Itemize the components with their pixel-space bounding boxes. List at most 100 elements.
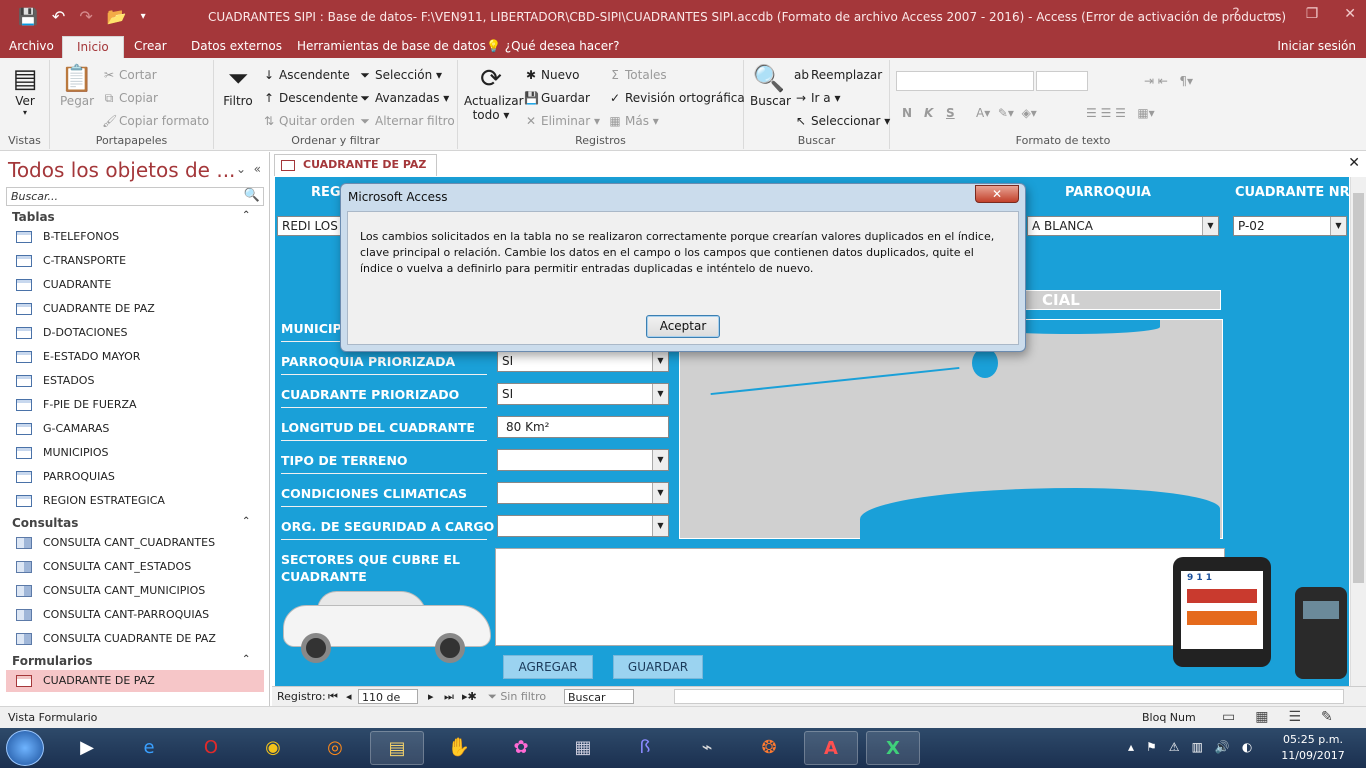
nav-section-tablas[interactable]: Tablas ⌃ xyxy=(12,210,250,224)
calculator-icon[interactable]: ▦ xyxy=(556,731,610,765)
new-record-nav-icon[interactable]: ▸✱ xyxy=(462,690,477,703)
scrollbar-thumb[interactable] xyxy=(1353,193,1364,583)
italic-button[interactable]: K xyxy=(924,106,933,120)
find-button[interactable]: 🔍 Buscar xyxy=(750,64,791,108)
tab-crear[interactable]: Crear xyxy=(134,39,167,53)
nav-item[interactable]: B-TELEFONOS xyxy=(6,226,264,248)
goto-button[interactable]: → Ir a ▾ xyxy=(794,91,841,105)
close-button[interactable]: ✕ xyxy=(1344,6,1356,22)
clear-sort-button[interactable]: ⇅ Quitar orden xyxy=(262,114,355,128)
save-icon[interactable]: 💾 xyxy=(18,7,38,26)
sort-descending-button[interactable]: ↑ Descendente xyxy=(262,91,358,105)
help-button[interactable]: ? xyxy=(1232,6,1239,22)
chevron-down-icon[interactable]: ▼ xyxy=(652,450,668,470)
totals-button[interactable]: Σ Totales xyxy=(608,68,666,82)
chevron-down-icon[interactable]: ▼ xyxy=(652,384,668,404)
app-swirl-icon[interactable]: ❂ xyxy=(742,731,796,765)
nav-pane-header[interactable]: Todos los objetos de ... xyxy=(8,158,235,182)
save-record-button[interactable]: 💾 Guardar xyxy=(524,91,590,105)
nav-item[interactable]: G-CAMARAS xyxy=(6,418,264,440)
tell-me-box[interactable]: 💡 ¿Qué desea hacer? xyxy=(486,39,619,53)
tab-herramientas[interactable]: Herramientas de base de datos xyxy=(297,39,486,53)
field-input[interactable]: ▼ xyxy=(497,482,669,504)
volume-icon[interactable]: 🔊 xyxy=(1215,740,1230,754)
nav-item[interactable]: C-TRANSPORTE xyxy=(6,250,264,272)
field-input[interactable]: ▼ xyxy=(497,449,669,471)
nav-item[interactable]: CONSULTA CANT_ESTADOS xyxy=(6,556,264,578)
tray-expand-icon[interactable]: ▴ xyxy=(1128,740,1134,754)
horizontal-scrollbar[interactable] xyxy=(674,689,1344,704)
tab-datos-externos[interactable]: Datos externos xyxy=(191,39,282,53)
excel-icon[interactable]: X xyxy=(866,731,920,765)
nav-collapse-icon[interactable]: « xyxy=(254,162,261,176)
vertical-scrollbar[interactable] xyxy=(1350,177,1366,686)
sign-in-link[interactable]: Iniciar sesión xyxy=(1277,39,1356,53)
access-icon[interactable]: A xyxy=(804,731,858,765)
datasheet-view-icon[interactable]: ▦ xyxy=(1255,709,1268,725)
nav-item[interactable]: D-DOTACIONES xyxy=(6,322,264,344)
prev-record-icon[interactable]: ◂ xyxy=(346,690,352,703)
agregar-button[interactable]: AGREGAR xyxy=(503,655,593,679)
tab-archivo[interactable]: Archivo xyxy=(9,39,54,53)
app-s-icon[interactable]: ꟗ xyxy=(618,731,672,765)
record-search-input[interactable]: Buscar xyxy=(564,689,634,704)
paste-button[interactable]: 📋 Pegar xyxy=(60,64,94,108)
copy-button[interactable]: ⧉ Copiar xyxy=(102,91,158,106)
chevron-down-icon[interactable]: ▼ xyxy=(1202,217,1218,235)
dialog-close-button[interactable]: ✕ xyxy=(975,185,1019,203)
nav-pane-controls[interactable]: ⌄ « xyxy=(236,162,261,176)
refresh-all-button[interactable]: ⟳ Actualizar todo ▾ xyxy=(464,64,524,122)
field-input[interactable]: SI ▼ xyxy=(497,383,669,405)
sort-ascending-button[interactable]: ↓ Ascendente xyxy=(262,68,350,82)
internet-explorer-icon[interactable]: e xyxy=(122,731,176,765)
app-flower-icon[interactable]: ✿ xyxy=(494,731,548,765)
app-glove-icon[interactable]: ✋ xyxy=(432,731,486,765)
collapse-chevron-icon[interactable]: ⌃ xyxy=(242,210,250,221)
nav-item[interactable]: PARROQUIAS xyxy=(6,466,264,488)
language-icon[interactable]: ◐ xyxy=(1242,740,1252,754)
doc-tab-cuadrante-de-paz[interactable]: CUADRANTE DE PAZ xyxy=(274,154,438,176)
nav-dropdown-icon[interactable]: ⌄ xyxy=(236,162,246,176)
form-view-icon[interactable]: ▭ xyxy=(1222,709,1235,725)
font-color-button[interactable]: A▾ ✎▾ ◈▾ xyxy=(976,106,1037,120)
nav-item[interactable]: CONSULTA CUADRANTE DE PAZ xyxy=(6,628,264,650)
customize-qat-icon[interactable]: ▾ xyxy=(141,7,146,26)
minimize-button[interactable]: — xyxy=(1266,6,1280,22)
undo-icon[interactable]: ↶ xyxy=(52,7,65,26)
more-button[interactable]: ▦ Más ▾ xyxy=(608,114,658,128)
delete-record-button[interactable]: ✕ Eliminar ▾ xyxy=(524,114,600,128)
nav-item[interactable]: CUADRANTE DE PAZ xyxy=(6,298,264,320)
flag-icon[interactable]: ⚑ xyxy=(1146,740,1157,754)
bold-button[interactable]: N xyxy=(902,106,912,120)
no-filter-button[interactable]: ⏷ Sin filtro xyxy=(488,690,546,704)
toggle-filter-button[interactable]: ⏷ Alternar filtro xyxy=(358,114,454,129)
start-button[interactable] xyxy=(6,730,44,766)
nav-item[interactable]: MUNICIPIOS xyxy=(6,442,264,464)
view-button[interactable]: ▤ Ver ▾ xyxy=(10,64,40,117)
nav-item[interactable]: REGION ESTRATEGICA xyxy=(6,490,264,512)
nav-search-input[interactable]: Buscar... 🔍 xyxy=(6,187,264,206)
indent-icons[interactable]: ⇥ ⇤ ¶▾ xyxy=(1144,74,1193,88)
font-name-combo[interactable] xyxy=(896,71,1034,91)
chevron-down-icon[interactable]: ▼ xyxy=(652,516,668,536)
nav-section-formularios[interactable]: Formularios ⌃ xyxy=(12,654,250,668)
firefox-icon[interactable]: ◎ xyxy=(308,731,362,765)
opera-icon[interactable]: O xyxy=(184,731,238,765)
underline-button[interactable]: S xyxy=(946,106,955,120)
layout-view-icon[interactable]: ☰ xyxy=(1288,709,1301,725)
align-icons[interactable]: ☰ ☰ ☰ ▦▾ xyxy=(1086,106,1155,120)
collapse-chevron-icon[interactable]: ⌃ xyxy=(242,654,250,665)
nav-item[interactable]: CONSULTA CANT-PARROQUIAS xyxy=(6,604,264,626)
parroquia-combo[interactable]: A BLANCA ▼ xyxy=(1027,216,1219,236)
nav-item[interactable]: CUADRANTE DE PAZ xyxy=(6,670,264,692)
selection-button[interactable]: ⏷ Selección ▾ xyxy=(358,68,442,83)
spelling-button[interactable]: ✓ Revisión ortográfica xyxy=(608,91,745,105)
folder-icon[interactable]: 📂 xyxy=(107,7,127,26)
nav-item[interactable]: E-ESTADO MAYOR xyxy=(6,346,264,368)
new-record-button[interactable]: ✱ Nuevo xyxy=(524,68,579,82)
file-explorer-icon[interactable]: ▤ xyxy=(370,731,424,765)
filter-button[interactable]: ⏷ Filtro xyxy=(220,64,256,108)
chevron-down-icon[interactable]: ▼ xyxy=(1330,217,1346,235)
nav-item[interactable]: CONSULTA CANT_CUADRANTES xyxy=(6,532,264,554)
accept-button[interactable]: Aceptar xyxy=(646,315,720,338)
